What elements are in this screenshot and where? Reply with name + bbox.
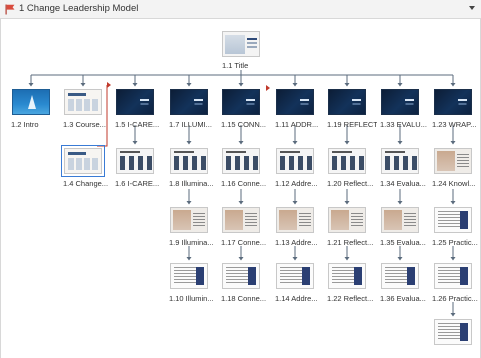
slide-thumb-1-5[interactable] <box>116 89 154 115</box>
slide-thumb-1-26[interactable] <box>434 263 472 289</box>
slide-label-1-26: 1.26 Practic... <box>432 294 478 303</box>
slide-thumb-1-15[interactable] <box>222 89 260 115</box>
slide-label-1-9: 1.9 Illumina... <box>169 238 214 247</box>
slide-thumb-1-18[interactable] <box>222 263 260 289</box>
slide-thumb-1-3[interactable] <box>64 89 102 115</box>
slide-thumb-1-16[interactable] <box>222 148 260 174</box>
slide-thumb-1-14[interactable] <box>276 263 314 289</box>
slide-label-1-6: 1.6 I-CARE... <box>115 179 160 188</box>
slide-thumb-1-7[interactable] <box>170 89 208 115</box>
slide-thumb-1-8[interactable] <box>170 148 208 174</box>
slide-thumb-1-13[interactable] <box>276 207 314 233</box>
slide-label-1-21: 1.21 Reflect... <box>327 238 374 247</box>
slide-thumb-1-25[interactable] <box>434 207 472 233</box>
slide-label-1-16: 1.16 Conne... <box>221 179 267 188</box>
slide-thumb-1-33[interactable] <box>381 89 419 115</box>
slide-thumb-1-22[interactable] <box>328 263 366 289</box>
slide-thumb-1-10[interactable] <box>170 263 208 289</box>
slide-label-1-24: 1.24 Knowl... <box>432 179 476 188</box>
slide-thumb-1-35[interactable] <box>381 207 419 233</box>
slide-thumb-1-23[interactable] <box>434 89 472 115</box>
slide-label-1-3: 1.3 Course... <box>63 120 106 129</box>
slide-thumb-1-9[interactable] <box>170 207 208 233</box>
slide-label-1-36: 1.36 Evalua... <box>380 294 426 303</box>
slide-label-1-12: 1.12 Addre... <box>275 179 318 188</box>
slide-label-1-19: 1.19 REFLECT <box>327 120 377 129</box>
slide-label-1-23: 1.23 WRAP... <box>432 120 477 129</box>
title-bar[interactable]: 1 Change Leadership Model <box>0 0 481 19</box>
slide-thumb-1-36[interactable] <box>381 263 419 289</box>
scene-title: 1 Change Leadership Model <box>19 3 139 14</box>
slide-label-1-15: 1.15 CONN... <box>221 120 267 129</box>
chevron-down-icon[interactable] <box>469 6 475 10</box>
slide-label-root: 1.1 Title <box>222 61 249 70</box>
slide-thumb-1-6[interactable] <box>116 148 154 174</box>
slide-label-1-33: 1.33 EVALU... <box>380 120 427 129</box>
slide-label-1-13: 1.13 Addre... <box>275 238 318 247</box>
slide-label-1-4: 1.4 Change... <box>63 179 109 188</box>
slide-label-1-34: 1.34 Evalua... <box>380 179 426 188</box>
slide-label-1-11: 1.11 ADDR... <box>275 120 319 129</box>
slide-label-1-18: 1.18 Conne... <box>221 294 267 303</box>
slide-label-1-2: 1.2 Intro <box>11 120 39 129</box>
slide-thumb-root[interactable] <box>222 31 260 57</box>
slide-label-1-10: 1.10 Illumin... <box>169 294 214 303</box>
slide-thumb-1-34[interactable] <box>381 148 419 174</box>
slide-thumb-1-11[interactable] <box>276 89 314 115</box>
slide-thumb-1-19[interactable] <box>328 89 366 115</box>
slide-label-1-8: 1.8 Illumina... <box>169 179 214 188</box>
flag-icon <box>5 4 15 15</box>
slide-thumb-1-21[interactable] <box>328 207 366 233</box>
slide-label-1-14: 1.14 Addre... <box>275 294 318 303</box>
slide-thumb-1-2[interactable] <box>12 89 50 115</box>
slide-label-1-35: 1.35 Evalua... <box>380 238 426 247</box>
slide-label-1-7: 1.7 ILLUMI... <box>169 120 212 129</box>
slide-thumb-1-24[interactable] <box>434 148 472 174</box>
slide-label-1-22: 1.22 Reflect... <box>327 294 374 303</box>
slide-thumb-1-12[interactable] <box>276 148 314 174</box>
slide-label-1-17: 1.17 Conne... <box>221 238 267 247</box>
slide-label-1-25: 1.25 Practic... <box>432 238 478 247</box>
slide-thumb-1-4[interactable] <box>64 148 102 174</box>
slide-thumb-1-17[interactable] <box>222 207 260 233</box>
slide-label-1-5: 1.5 I-CARE... <box>115 120 160 129</box>
slide-label-1-20: 1.20 Reflect... <box>327 179 374 188</box>
slide-thumb-1-27[interactable] <box>434 319 472 345</box>
slide-thumb-1-20[interactable] <box>328 148 366 174</box>
story-view-canvas[interactable]: 1.1 Title 1.2 Intro 1.3 Course... 1.4 Ch… <box>0 19 481 358</box>
